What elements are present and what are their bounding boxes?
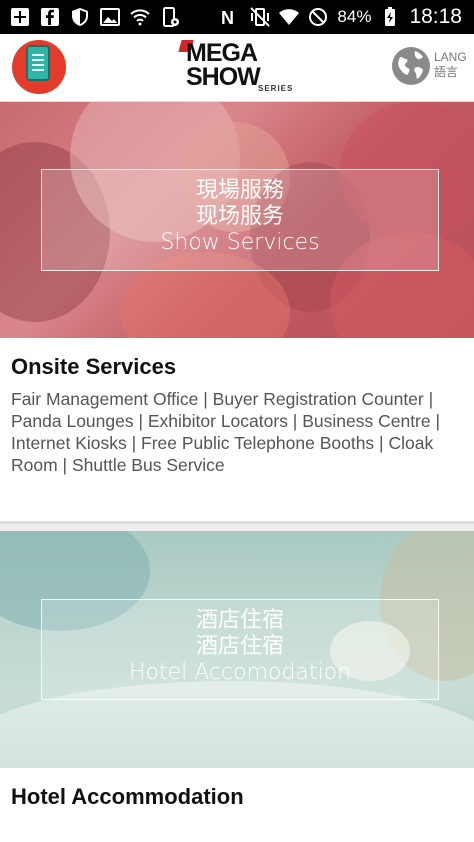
section-description: Fair Management Office | Buyer Registrat… xyxy=(11,389,441,475)
globe-icon xyxy=(392,47,430,85)
battery-percent: 84% xyxy=(337,7,372,26)
section-title: Onsite Services xyxy=(11,354,177,379)
hotel-accommodation-card[interactable]: Hotel Accommodation xyxy=(0,768,474,842)
do-not-disturb-icon xyxy=(309,8,328,26)
shield-icon xyxy=(72,8,88,26)
wifi-icon xyxy=(279,9,300,25)
svg-text:N: N xyxy=(221,8,234,27)
section-title: Hotel Accommodation xyxy=(11,784,244,809)
lang-label: LANG xyxy=(434,50,467,64)
app-bar: MEGA SHOW SERIES LANG 語言 xyxy=(0,34,474,102)
show-services-banner[interactable]: 現場服務 现场服务 Show Services xyxy=(0,102,474,338)
menu-button[interactable] xyxy=(12,40,66,94)
nfc-icon: N xyxy=(221,8,234,27)
language-button[interactable]: LANG 語言 xyxy=(392,44,468,90)
banner-title-english: Show Services xyxy=(160,230,320,255)
image-icon xyxy=(100,8,120,26)
banner-title-traditional: 現場服務 xyxy=(195,178,284,203)
logo-line-2: SHOW xyxy=(186,63,261,91)
wifi-outline-icon xyxy=(130,9,150,26)
hotel-accommodation-banner[interactable]: 酒店住宿 酒店住宿 Hotel Accomodation xyxy=(0,531,474,768)
battery-charging-icon xyxy=(385,7,396,26)
onsite-services-card[interactable]: Onsite Services Fair Management Office |… xyxy=(0,338,474,524)
lang-label-chinese: 語言 xyxy=(434,65,459,79)
add-notification-icon xyxy=(11,8,29,26)
logo-line-3: SERIES xyxy=(258,84,294,93)
banner-title-box: 現場服務 现场服务 Show Services xyxy=(41,169,439,271)
mega-show-logo: MEGA SHOW SERIES xyxy=(176,38,300,98)
banner-title-box: 酒店住宿 酒店住宿 Hotel Accomodation xyxy=(41,599,439,700)
banner-title-simplified: 现场服务 xyxy=(195,204,284,229)
section-divider xyxy=(0,524,474,531)
vibrate-icon xyxy=(250,7,271,27)
banner-title-simplified: 酒店住宿 xyxy=(195,634,284,659)
clock: 18:18 xyxy=(409,5,462,28)
banner-title-traditional: 酒店住宿 xyxy=(195,608,284,633)
tablet-icon xyxy=(26,45,50,81)
facebook-icon xyxy=(41,8,59,26)
status-bar: N 84% 18:18 xyxy=(0,0,474,34)
device-settings-icon xyxy=(163,7,179,27)
banner-title-english: Hotel Accomodation xyxy=(128,660,352,685)
